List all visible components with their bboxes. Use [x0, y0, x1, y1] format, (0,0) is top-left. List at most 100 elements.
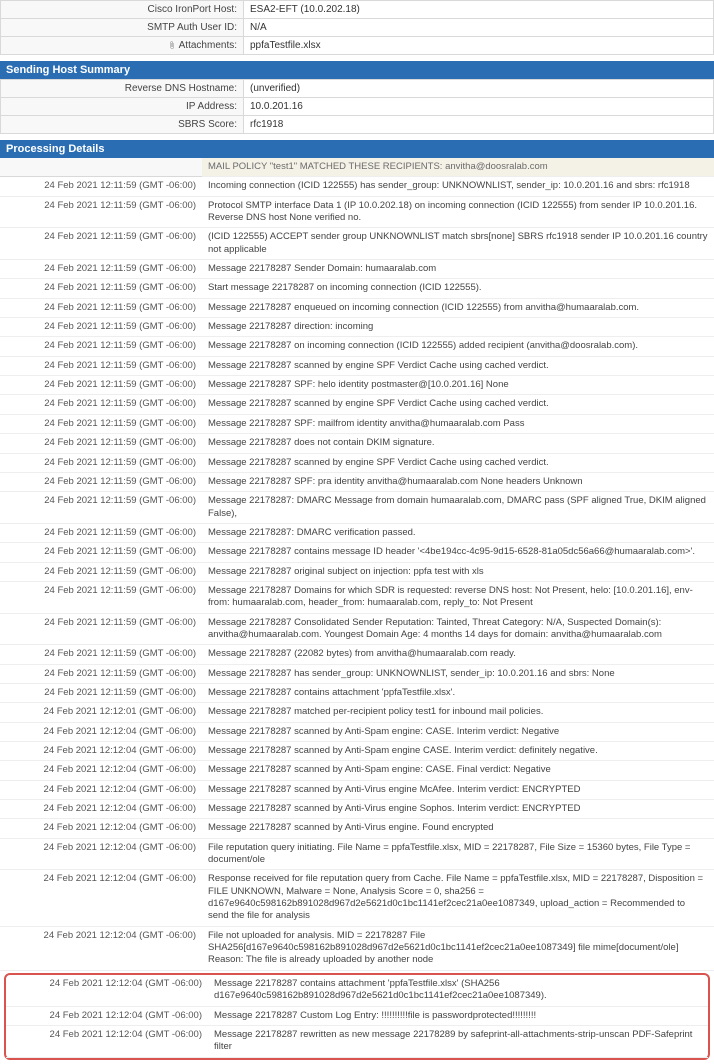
log-message: Response received for file reputation qu…: [202, 870, 714, 926]
log-timestamp: 24 Feb 2021 12:11:59 (GMT -06:00): [0, 260, 202, 279]
log-timestamp: 24 Feb 2021 12:12:04 (GMT -06:00): [0, 819, 202, 838]
log-row: 24 Feb 2021 12:11:59 (GMT -06:00)(ICID 1…: [0, 228, 714, 260]
log-timestamp: 24 Feb 2021 12:11:59 (GMT -06:00): [0, 279, 202, 298]
log-row: 24 Feb 2021 12:12:04 (GMT -06:00)Message…: [6, 1025, 708, 1057]
log-row: 24 Feb 2021 12:11:59 (GMT -06:00)Message…: [0, 613, 714, 645]
field-label: Cisco IronPort Host:: [1, 1, 244, 19]
sending-host-table: Reverse DNS Hostname: (unverified) IP Ad…: [0, 79, 714, 134]
log-row: 24 Feb 2021 12:12:04 (GMT -06:00)Message…: [0, 819, 714, 838]
top-field-row: Cisco IronPort Host: ESA2-EFT (10.0.202.…: [1, 1, 714, 19]
log-message: Start message 22178287 on incoming conne…: [202, 279, 714, 298]
log-message: Message 22178287 SPF: helo identity post…: [202, 376, 714, 395]
log-row: 24 Feb 2021 12:11:59 (GMT -06:00)Incomin…: [0, 177, 714, 196]
log-timestamp: 24 Feb 2021 12:11:59 (GMT -06:00): [0, 356, 202, 375]
top-field-row: SMTP Auth User ID: N/A: [1, 19, 714, 37]
log-row: 24 Feb 2021 12:11:59 (GMT -06:00)Message…: [0, 337, 714, 356]
processing-details-header: Processing Details: [0, 140, 714, 158]
log-timestamp: 24 Feb 2021 12:12:04 (GMT -06:00): [0, 722, 202, 741]
log-timestamp: 24 Feb 2021 12:11:59 (GMT -06:00): [0, 434, 202, 453]
field-label: Reverse DNS Hostname:: [1, 80, 244, 98]
log-row: 24 Feb 2021 12:11:59 (GMT -06:00)Message…: [0, 581, 714, 613]
log-timestamp: 24 Feb 2021 12:12:01 (GMT -06:00): [0, 703, 202, 722]
log-message: Message 22178287 scanned by Anti-Virus e…: [202, 800, 714, 819]
log-timestamp: 24 Feb 2021 12:11:59 (GMT -06:00): [0, 228, 202, 260]
log-timestamp: 24 Feb 2021 12:12:04 (GMT -06:00): [0, 870, 202, 926]
log-message: Message 22178287 scanned by Anti-Virus e…: [202, 780, 714, 799]
log-timestamp: 24 Feb 2021 12:12:04 (GMT -06:00): [6, 1006, 208, 1025]
log-timestamp: 24 Feb 2021 12:11:59 (GMT -06:00): [0, 196, 202, 228]
log-timestamp: 24 Feb 2021 12:12:04 (GMT -06:00): [0, 761, 202, 780]
log-timestamp: 24 Feb 2021 12:12:04 (GMT -06:00): [6, 1025, 208, 1057]
log-message: Message 22178287 scanned by Anti-Virus e…: [202, 819, 714, 838]
field-value: N/A: [244, 19, 714, 37]
log-message: Message 22178287 SPF: pra identity anvit…: [202, 472, 714, 491]
host-info-table: Cisco IronPort Host: ESA2-EFT (10.0.202.…: [0, 0, 714, 55]
log-message: Message 22178287 scanned by engine SPF V…: [202, 356, 714, 375]
log-message: Message 22178287 contains attachment 'pp…: [208, 975, 708, 1006]
log-timestamp: 24 Feb 2021 12:11:59 (GMT -06:00): [0, 472, 202, 491]
log-row: 24 Feb 2021 12:12:04 (GMT -06:00)File no…: [0, 926, 714, 970]
log-message: Message 22178287 original subject on inj…: [202, 562, 714, 581]
log-message: Message 22178287 contains attachment 'pp…: [202, 683, 714, 702]
field-value: rfc1918: [244, 116, 714, 134]
log-message: Message 22178287 (22082 bytes) from anvi…: [202, 645, 714, 664]
highlighted-log-table: 24 Feb 2021 12:12:04 (GMT -06:00)Message…: [6, 975, 708, 1058]
log-message: Message 22178287 matched per-recipient p…: [202, 703, 714, 722]
log-timestamp: 24 Feb 2021 12:11:59 (GMT -06:00): [0, 683, 202, 702]
log-timestamp: 24 Feb 2021 12:11:59 (GMT -06:00): [0, 562, 202, 581]
field-value: ESA2-EFT (10.0.202.18): [244, 1, 714, 19]
sending-host-row: IP Address: 10.0.201.16: [1, 98, 714, 116]
field-value: 10.0.201.16: [244, 98, 714, 116]
log-timestamp: 24 Feb 2021 12:11:59 (GMT -06:00): [0, 318, 202, 337]
field-label: IP Address:: [1, 98, 244, 116]
log-row: 24 Feb 2021 12:11:59 (GMT -06:00)Message…: [0, 562, 714, 581]
log-row: 24 Feb 2021 12:11:59 (GMT -06:00)Message…: [0, 395, 714, 414]
highlighted-log-box: 24 Feb 2021 12:12:04 (GMT -06:00)Message…: [4, 973, 710, 1060]
log-timestamp: 24 Feb 2021 12:11:59 (GMT -06:00): [0, 298, 202, 317]
log-row: 24 Feb 2021 12:11:59 (GMT -06:00)Message…: [0, 645, 714, 664]
log-row: 24 Feb 2021 12:11:59 (GMT -06:00)Start m…: [0, 279, 714, 298]
log-row: 24 Feb 2021 12:11:59 (GMT -06:00)Message…: [0, 318, 714, 337]
log-timestamp: 24 Feb 2021 12:11:59 (GMT -06:00): [0, 337, 202, 356]
log-message: Message 22178287 scanned by engine SPF V…: [202, 395, 714, 414]
log-message: File not uploaded for analysis. MID = 22…: [202, 926, 714, 970]
log-timestamp: 24 Feb 2021 12:11:59 (GMT -06:00): [0, 645, 202, 664]
log-timestamp: 24 Feb 2021 12:11:59 (GMT -06:00): [0, 414, 202, 433]
log-row: 24 Feb 2021 12:12:04 (GMT -06:00)Message…: [0, 780, 714, 799]
log-row: 24 Feb 2021 12:11:59 (GMT -06:00)Message…: [0, 376, 714, 395]
log-timestamp: 24 Feb 2021 12:12:04 (GMT -06:00): [6, 975, 208, 1006]
policy-banner-row: MAIL POLICY "test1" MATCHED THESE RECIPI…: [0, 158, 714, 177]
log-timestamp: 24 Feb 2021 12:11:59 (GMT -06:00): [0, 523, 202, 542]
field-label: SBRS Score:: [1, 116, 244, 134]
log-timestamp: 24 Feb 2021 12:12:04 (GMT -06:00): [0, 742, 202, 761]
log-message: Message 22178287 scanned by engine SPF V…: [202, 453, 714, 472]
log-message: Message 22178287 rewritten as new messag…: [208, 1025, 708, 1057]
log-message: Message 22178287 Custom Log Entry: !!!!!…: [208, 1006, 708, 1025]
log-message: Incoming connection (ICID 122555) has se…: [202, 177, 714, 196]
log-timestamp: 24 Feb 2021 12:11:59 (GMT -06:00): [0, 613, 202, 645]
log-message: Message 22178287 Sender Domain: humaaral…: [202, 260, 714, 279]
log-row: 24 Feb 2021 12:12:04 (GMT -06:00)Message…: [6, 1006, 708, 1025]
log-row: 24 Feb 2021 12:11:59 (GMT -06:00)Message…: [0, 683, 714, 702]
log-message: Message 22178287 on incoming connection …: [202, 337, 714, 356]
log-message: Message 22178287 SPF: mailfrom identity …: [202, 414, 714, 433]
log-message: Message 22178287: DMARC Message from dom…: [202, 492, 714, 524]
log-timestamp: 24 Feb 2021 12:12:04 (GMT -06:00): [0, 926, 202, 970]
log-message: File reputation query initiating. File N…: [202, 838, 714, 870]
top-field-row: Attachments: ppfaTestfile.xlsx: [1, 37, 714, 55]
log-timestamp: 24 Feb 2021 12:12:04 (GMT -06:00): [0, 838, 202, 870]
log-timestamp: 24 Feb 2021 12:11:59 (GMT -06:00): [0, 376, 202, 395]
log-timestamp: 24 Feb 2021 12:11:59 (GMT -06:00): [0, 177, 202, 196]
log-message: Message 22178287 Domains for which SDR i…: [202, 581, 714, 613]
log-timestamp: 24 Feb 2021 12:12:04 (GMT -06:00): [0, 800, 202, 819]
log-message: Message 22178287 Consolidated Sender Rep…: [202, 613, 714, 645]
log-row: 24 Feb 2021 12:12:04 (GMT -06:00)Message…: [0, 722, 714, 741]
log-row: 24 Feb 2021 12:12:04 (GMT -06:00)Respons…: [0, 870, 714, 926]
log-timestamp: 24 Feb 2021 12:11:59 (GMT -06:00): [0, 395, 202, 414]
log-row: 24 Feb 2021 12:11:59 (GMT -06:00)Message…: [0, 492, 714, 524]
attachment-icon: [168, 40, 176, 50]
log-message: Message 22178287 scanned by Anti-Spam en…: [202, 722, 714, 741]
policy-banner: MAIL POLICY "test1" MATCHED THESE RECIPI…: [202, 158, 714, 177]
log-timestamp: 24 Feb 2021 12:11:59 (GMT -06:00): [0, 664, 202, 683]
field-value: ppfaTestfile.xlsx: [244, 37, 714, 55]
